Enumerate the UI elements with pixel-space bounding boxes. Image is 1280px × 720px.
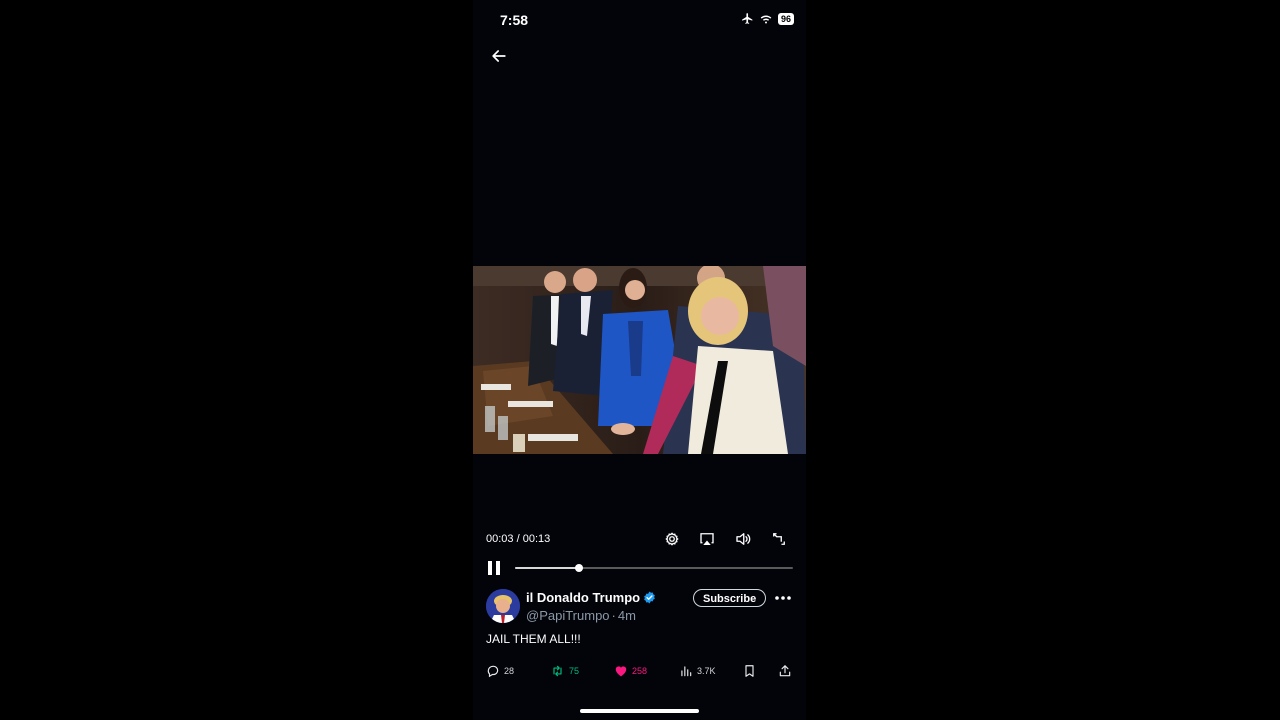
airplane-icon: [742, 13, 753, 24]
current-time: 00:03: [486, 533, 514, 545]
reply-count: 28: [504, 666, 515, 676]
bookmark-icon: [745, 665, 754, 677]
repost-icon: [553, 665, 562, 677]
share-button[interactable]: [778, 664, 792, 678]
pause-button[interactable]: [486, 560, 502, 576]
status-icons: 96: [741, 12, 794, 25]
verified-icon: [644, 591, 655, 604]
battery-icon: 96: [777, 12, 794, 25]
repost-button[interactable]: 75: [550, 664, 579, 678]
post-age: 4m: [617, 608, 636, 623]
video-scene: [473, 266, 806, 454]
status-bar: 7:58 96: [473, 0, 806, 40]
seek-bar-thumb[interactable]: [574, 564, 583, 572]
subscribe-button[interactable]: Subscribe: [693, 589, 767, 607]
player-controls: 00:03 / 00:13: [473, 530, 806, 550]
duration: 00:13: [522, 533, 551, 545]
handle-line: @PapiTrumpo · 4m: [526, 608, 636, 623]
more-button[interactable]: [773, 590, 793, 606]
fullscreen-icon: [773, 533, 785, 545]
seek-bar[interactable]: [515, 564, 793, 572]
settings-icon: [665, 532, 679, 546]
views-icon: [681, 666, 692, 677]
handle[interactable]: @PapiTrumpo: [526, 608, 610, 623]
settings-button[interactable]: [663, 530, 681, 548]
display-name[interactable]: il Donaldo Trumpo: [526, 590, 656, 605]
share-icon: [779, 665, 791, 677]
like-icon: [615, 666, 627, 677]
seek-bar-fill: [515, 567, 579, 569]
pause-icon: [488, 561, 500, 575]
back-button[interactable]: [489, 46, 509, 66]
repost-count: 75: [569, 666, 580, 676]
avatar-image: [486, 589, 520, 623]
meta-separator: ·: [611, 608, 616, 623]
post-text: JAIL THEM ALL!!!: [486, 632, 581, 646]
avatar[interactable]: [486, 589, 520, 623]
like-button[interactable]: 258: [614, 664, 647, 677]
fullscreen-button[interactable]: [770, 530, 788, 548]
like-count: 258: [632, 665, 648, 676]
action-bar: 28 75 258 3.7K: [473, 664, 806, 684]
views-count: 3.7K: [697, 666, 716, 676]
wifi-icon: [760, 15, 772, 24]
more-icon: [775, 596, 791, 600]
display-name-text: il Donaldo Trumpo: [526, 590, 641, 605]
time-readout: 00:03 / 00:13: [486, 533, 550, 545]
post-header: il Donaldo Trumpo @PapiTrumpo · 4m Subscri…: [473, 586, 806, 626]
progress-row: [473, 556, 806, 580]
status-time: 7:58: [500, 12, 529, 28]
home-indicator[interactable]: [580, 709, 699, 713]
back-arrow-icon: [492, 50, 506, 62]
time-separator: /: [513, 533, 523, 545]
reply-icon: [487, 665, 499, 678]
volume-icon: [736, 533, 751, 545]
bookmark-button[interactable]: [743, 664, 756, 678]
airplay-icon: [700, 533, 714, 545]
phone-screen: 7:58 96 00:03 / 00:13 il Donaldo Trumpo …: [473, 0, 806, 720]
volume-button[interactable]: [734, 530, 752, 548]
views-button[interactable]: 3.7K: [679, 664, 716, 678]
video-frame[interactable]: [473, 266, 806, 454]
reply-button[interactable]: 28: [486, 664, 514, 678]
airplay-button[interactable]: [698, 530, 716, 548]
